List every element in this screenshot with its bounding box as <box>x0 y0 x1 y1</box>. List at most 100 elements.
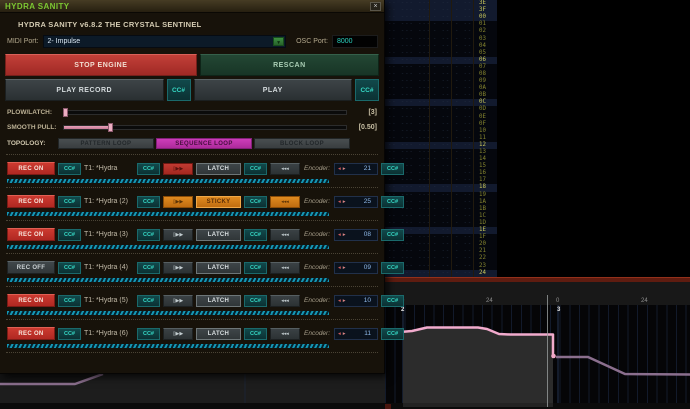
tracker-row[interactable]: -- --- --- - --- - --- 02 <box>385 28 497 35</box>
rec-toggle-button[interactable]: REC OFF <box>7 261 55 274</box>
tracker-row[interactable]: -- --- --- - --- - --- 08 <box>385 71 497 78</box>
tracker-row[interactable]: -- --- --- - --- - --- 12 <box>385 142 497 149</box>
tracker-row[interactable]: -- --- --- - --- - --- 17 <box>385 177 497 184</box>
play-cc-button[interactable]: CC# <box>355 79 379 101</box>
rec-cc-button[interactable]: CC# <box>58 229 81 241</box>
automation-curve-editor[interactable]: 2 3 <box>385 305 690 403</box>
rewind-icon[interactable]: ◂◂◂ <box>270 196 300 208</box>
tracker-row[interactable]: -- --- --- - --- - --- 0F <box>385 121 497 128</box>
latch-mode-button[interactable]: STICKY <box>196 196 241 208</box>
play-mode-icon[interactable]: ▯▶▶ <box>163 196 193 208</box>
tracker-row[interactable]: -- --- --- - --- - --- 3F <box>385 7 497 14</box>
tracker-row[interactable]: -- --- --- - --- - --- 03 <box>385 35 497 42</box>
chevron-down-icon[interactable]: ▼ <box>273 37 284 46</box>
tracker-row[interactable]: -- --- --- - --- - --- 05 <box>385 50 497 57</box>
tracker-row[interactable]: -- --- --- - --- - --- 07 <box>385 64 497 71</box>
tracker-row[interactable]: -- --- --- - --- - --- 20 <box>385 241 497 248</box>
tracker-pattern-grid[interactable]: -- --- --- - --- - --- 3E -- --- --- - -… <box>385 0 690 277</box>
latch-mode-button[interactable]: LATCH <box>196 262 241 274</box>
curve-segment-inactive-right[interactable] <box>556 357 690 375</box>
encoder-stepper[interactable]: ◂ ▸ 11 <box>334 328 378 340</box>
rewind-icon[interactable]: ◂◂◂ <box>270 229 300 241</box>
mode-cc-button[interactable]: CC# <box>244 163 267 175</box>
rec-cc-button[interactable]: CC# <box>58 328 81 340</box>
tracker-row[interactable]: -- --- --- - --- - --- 0D <box>385 106 497 113</box>
rewind-icon[interactable]: ◂◂◂ <box>270 328 300 340</box>
play-mode-icon[interactable]: ▯▶▶ <box>163 328 193 340</box>
decrement-icon[interactable]: ◂ <box>338 331 341 337</box>
stop-engine-button[interactable]: STOP ENGINE <box>5 54 197 76</box>
tracker-row[interactable]: -- --- --- - --- - --- 1D <box>385 220 497 227</box>
play-mode-icon[interactable]: ▯▶▶ <box>163 163 193 175</box>
encoder-cc-button[interactable]: CC# <box>381 262 404 274</box>
track-cc-button[interactable]: CC# <box>137 328 160 340</box>
encoder-cc-button[interactable]: CC# <box>381 163 404 175</box>
mode-cc-button[interactable]: CC# <box>244 229 267 241</box>
encoder-cc-button[interactable]: CC# <box>381 328 404 340</box>
track-cc-button[interactable]: CC# <box>137 262 160 274</box>
tracker-row[interactable]: -- --- --- - --- - --- 13 <box>385 149 497 156</box>
close-icon[interactable]: × <box>370 2 381 11</box>
encoder-stepper[interactable]: ◂ ▸ 08 <box>334 229 378 241</box>
latch-mode-button[interactable]: LATCH <box>196 163 241 175</box>
encoder-cc-button[interactable]: CC# <box>381 295 404 307</box>
latch-mode-button[interactable]: LATCH <box>196 295 241 307</box>
play-record-button[interactable]: PLAY RECORD <box>5 79 164 101</box>
tracker-row[interactable]: -- --- --- - --- - --- 04 <box>385 43 497 50</box>
play-mode-icon[interactable]: ▯▶▶ <box>163 229 193 241</box>
decrement-icon[interactable]: ◂ <box>338 298 341 304</box>
play-button[interactable]: PLAY <box>194 79 353 101</box>
topology-block-loop-button[interactable]: BLOCK LOOP <box>254 138 350 149</box>
track-cc-button[interactable]: CC# <box>137 196 160 208</box>
topology-sequence-loop-button[interactable]: SEQUENCE LOOP <box>156 138 252 149</box>
osc-port-input[interactable]: 8000 <box>332 35 378 48</box>
rec-toggle-button[interactable]: REC ON <box>7 327 55 340</box>
increment-icon[interactable]: ▸ <box>343 331 346 337</box>
play-mode-icon[interactable]: ▯▶▶ <box>163 295 193 307</box>
rec-toggle-button[interactable]: REC ON <box>7 195 55 208</box>
timeline-ruler[interactable]: 0 24 0 24 <box>385 282 690 305</box>
tracker-row[interactable]: -- --- --- - --- - --- 11 <box>385 135 497 142</box>
encoder-cc-button[interactable]: CC# <box>381 229 404 241</box>
rewind-icon[interactable]: ◂◂◂ <box>270 295 300 307</box>
rewind-icon[interactable]: ◂◂◂ <box>270 262 300 274</box>
tracker-row[interactable]: -- --- --- - --- - --- 00 <box>385 14 497 21</box>
tracker-row[interactable]: -- --- --- - --- - --- 09 <box>385 78 497 85</box>
tracker-row[interactable]: -- --- --- - --- - --- 0A <box>385 85 497 92</box>
smooth-pull-handle[interactable] <box>108 123 113 132</box>
decrement-icon[interactable]: ◂ <box>338 166 341 172</box>
tracker-row[interactable]: -- --- --- - --- - --- 1C <box>385 213 497 220</box>
rec-toggle-button[interactable]: REC ON <box>7 294 55 307</box>
topology-pattern-loop-button[interactable]: PATTERN LOOP <box>58 138 154 149</box>
tracker-row[interactable]: -- --- --- - --- - --- 0C <box>385 99 497 106</box>
tracker-row[interactable]: -- --- --- - --- - --- 01 <box>385 21 497 28</box>
decrement-icon[interactable]: ◂ <box>338 265 341 271</box>
mode-cc-button[interactable]: CC# <box>244 295 267 307</box>
rec-cc-button[interactable]: CC# <box>58 262 81 274</box>
tracker-row[interactable]: -- --- --- - --- - --- 3E <box>385 0 497 7</box>
rec-toggle-button[interactable]: REC ON <box>7 162 55 175</box>
encoder-cc-button[interactable]: CC# <box>381 196 404 208</box>
decrement-icon[interactable]: ◂ <box>338 199 341 205</box>
scroll-strip[interactable] <box>0 403 690 409</box>
increment-icon[interactable]: ▸ <box>343 232 346 238</box>
encoder-stepper[interactable]: ◂ ▸ 21 <box>334 163 378 175</box>
mode-cc-button[interactable]: CC# <box>244 196 267 208</box>
plow-latch-handle[interactable] <box>63 108 68 117</box>
encoder-stepper[interactable]: ◂ ▸ 09 <box>334 262 378 274</box>
smooth-pull-slider[interactable] <box>63 125 347 130</box>
tracker-row[interactable]: -- --- --- - --- - --- 0B <box>385 92 497 99</box>
increment-icon[interactable]: ▸ <box>343 166 346 172</box>
tracker-row[interactable]: -- --- --- - --- - --- 21 <box>385 248 497 255</box>
window-titlebar[interactable]: HYDRA SANITY × <box>0 0 384 13</box>
playhead-line[interactable] <box>547 295 548 407</box>
latch-mode-button[interactable]: LATCH <box>196 328 241 340</box>
rescan-button[interactable]: RESCAN <box>200 54 379 76</box>
track-cc-button[interactable]: CC# <box>137 229 160 241</box>
tracker-row[interactable]: -- --- --- - --- - --- 10 <box>385 128 497 135</box>
rewind-icon[interactable]: ◂◂◂ <box>270 163 300 175</box>
tracker-row[interactable]: -- --- --- - --- - --- 0E <box>385 114 497 121</box>
track-cc-button[interactable]: CC# <box>137 163 160 175</box>
tracker-row[interactable]: -- --- --- - --- - --- 06 <box>385 57 497 64</box>
encoder-stepper[interactable]: ◂ ▸ 10 <box>334 295 378 307</box>
